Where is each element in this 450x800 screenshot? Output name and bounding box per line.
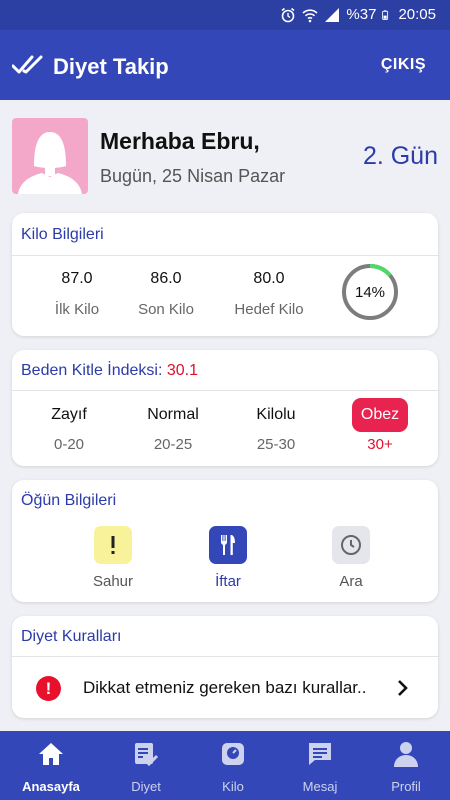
signal-icon xyxy=(325,7,340,22)
bmi-category-range: 30+ xyxy=(367,436,393,453)
nav-item-home[interactable]: Anasayfa xyxy=(6,731,96,800)
bmi-category-normal: Normal 20-25 xyxy=(128,398,218,453)
nav-item-weight[interactable]: Kilo xyxy=(188,731,278,800)
meal-label: Sahur xyxy=(92,573,134,590)
target-weight: 80.0 Hedef Kilo xyxy=(214,270,324,318)
rules-card[interactable]: Diyet Kuralları ! Dikkat etmeniz gereken… xyxy=(12,616,438,718)
bmi-category-range: 20-25 xyxy=(153,436,193,453)
bmi-category-name: Normal xyxy=(147,406,199,423)
meal-label: İftar xyxy=(215,573,241,590)
bmi-category-overweight: Kilolu 25-30 xyxy=(231,398,321,453)
profile-header: Merhaba Ebru, Bugün, 25 Nisan Pazar 2. G… xyxy=(12,118,438,196)
weight-card-title: Kilo Bilgileri xyxy=(21,226,104,243)
double-check-icon xyxy=(12,55,43,74)
chevron-right-icon xyxy=(398,680,408,696)
bmi-active-badge: Obez xyxy=(352,398,408,432)
weight-card[interactable]: Kilo Bilgileri 87.0 İlk Kilo 86.0 Son Ki… xyxy=(12,213,438,336)
weight-card-divider xyxy=(12,255,438,256)
clock-icon xyxy=(332,526,370,564)
target-weight-label: Hedef Kilo xyxy=(234,301,304,318)
fork-knife-icon xyxy=(209,526,247,564)
avatar[interactable] xyxy=(12,118,88,194)
message-icon xyxy=(309,743,331,765)
battery-icon xyxy=(382,9,389,20)
last-weight-value: 86.0 xyxy=(150,270,182,287)
rule-text: Dikkat etmeniz gereken bazı kurallar.. xyxy=(83,678,367,697)
alarm-icon xyxy=(281,7,295,22)
bmi-category-range: 25-30 xyxy=(256,436,296,453)
nav-item-messages[interactable]: Mesaj xyxy=(275,731,365,800)
current-date: Bugün, 25 Nisan Pazar xyxy=(100,166,286,186)
battery-percent: %37 xyxy=(346,6,377,23)
nav-label: Mesaj xyxy=(302,779,338,794)
user-icon xyxy=(394,742,418,767)
wifi-icon xyxy=(302,8,318,22)
nav-label: Kilo xyxy=(222,779,244,794)
clipboard-check-icon xyxy=(135,743,159,767)
bmi-value: 30.1 xyxy=(166,362,199,379)
home-icon xyxy=(39,743,63,765)
nav-item-diet[interactable]: Diyet xyxy=(101,731,191,800)
greeting: Merhaba Ebru, xyxy=(100,128,260,154)
meal-ara[interactable]: Ara xyxy=(311,526,391,590)
day-counter: 2. Gün xyxy=(362,142,438,170)
nav-label: Diyet xyxy=(131,779,161,794)
bmi-category-obese: Obez 30+ xyxy=(335,398,425,453)
bmi-card-divider xyxy=(12,390,438,391)
target-weight-value: 80.0 xyxy=(253,270,285,287)
bmi-category-underweight: Zayıf 0-20 xyxy=(24,398,114,453)
rules-card-title: Diyet Kuralları xyxy=(21,628,122,645)
last-weight: 86.0 Son Kilo xyxy=(111,270,221,318)
bmi-category-name: Kilolu xyxy=(256,406,296,423)
meals-card-title: Öğün Bilgileri xyxy=(21,492,117,509)
bmi-card[interactable]: Beden Kitle İndeksi: 30.1 Zayıf 0-20 Nor… xyxy=(12,350,438,466)
progress-percent: 14% xyxy=(354,283,386,301)
last-weight-label: Son Kilo xyxy=(138,301,194,318)
female-avatar-icon xyxy=(18,132,82,194)
app-title: Diyet Takip xyxy=(53,54,169,79)
bmi-card-title: Beden Kitle İndeksi: 30.1 xyxy=(21,362,198,380)
rule-item[interactable]: ! Dikkat etmeniz gereken bazı kurallar.. xyxy=(12,668,438,708)
meal-sahur[interactable]: Sahur xyxy=(73,526,153,590)
nav-item-profile[interactable]: Profil xyxy=(361,731,450,800)
clock-time: 20:05 xyxy=(398,6,436,23)
exclamation-icon xyxy=(94,526,132,564)
bmi-title: Beden Kitle İndeksi: xyxy=(21,362,163,379)
nav-label: Anasayfa xyxy=(22,779,80,794)
status-bar: %37 20:05 xyxy=(0,0,450,30)
rules-card-divider xyxy=(12,656,438,657)
nav-label: Profil xyxy=(391,779,421,794)
app-bar: Diyet Takip ÇIKIŞ xyxy=(0,30,450,100)
meals-card: Öğün Bilgileri Sahur İftar Ara xyxy=(12,480,438,602)
meal-label: Ara xyxy=(339,573,363,590)
bmi-category-range: 0-20 xyxy=(53,436,85,453)
scale-icon xyxy=(222,743,244,765)
meal-iftar[interactable]: İftar xyxy=(188,526,268,590)
bmi-category-name: Zayıf xyxy=(51,406,87,423)
bottom-nav: Anasayfa Diyet Kilo Mesaj Profil xyxy=(0,731,450,800)
logout-button[interactable]: ÇIKIŞ xyxy=(381,56,426,74)
alert-icon: ! xyxy=(36,676,61,701)
